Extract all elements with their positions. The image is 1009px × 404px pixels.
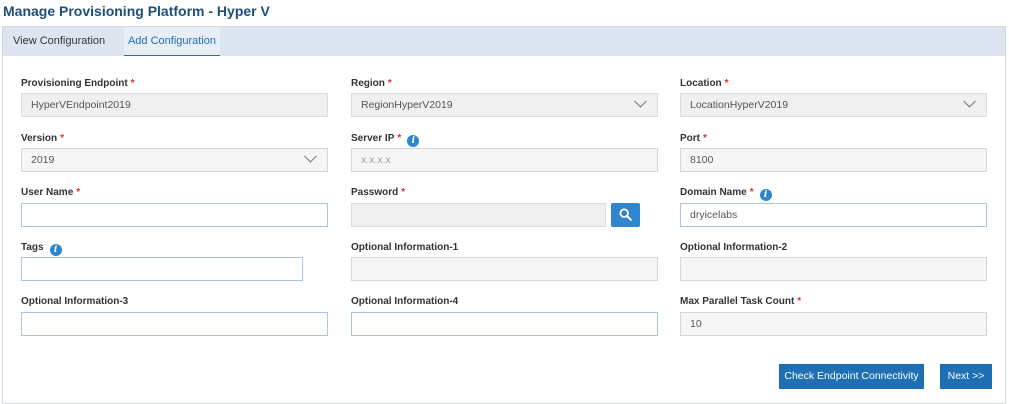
max-parallel-task-count-input[interactable]: 10 — [680, 312, 987, 336]
tags-input[interactable] — [21, 257, 303, 281]
password-search-button[interactable] — [611, 203, 640, 227]
opt1-label: Optional Information-1 — [351, 242, 459, 253]
provisioning-endpoint-field[interactable]: HyperVEndpoint2019 — [21, 93, 328, 117]
required-mark: * — [703, 133, 707, 144]
location-label: Location * — [680, 78, 729, 89]
server-ip-placeholder: x.x.x.x — [361, 154, 391, 166]
chevron-down-icon — [634, 94, 647, 108]
next-button[interactable]: Next >> — [940, 364, 992, 389]
optional-information-4-input[interactable] — [351, 312, 658, 336]
optional-information-3-input[interactable] — [21, 312, 328, 336]
location-select[interactable]: LocationHyperV2019 — [680, 93, 987, 117]
password-label: Password * — [351, 187, 406, 198]
region-select[interactable]: RegionHyperV2019 — [351, 93, 658, 117]
required-mark: * — [60, 133, 65, 144]
page-title: Manage Provisioning Platform - Hyper V — [3, 3, 270, 19]
chevron-down-icon — [963, 94, 976, 108]
location-value: LocationHyperV2019 — [690, 99, 789, 111]
required-mark: * — [797, 296, 802, 307]
required-mark: * — [130, 78, 135, 89]
region-label: Region * — [351, 78, 392, 89]
tab-add-configuration[interactable]: Add Configuration — [124, 27, 220, 57]
info-icon[interactable]: i — [759, 189, 772, 201]
required-mark: * — [397, 133, 402, 144]
domain-name-input[interactable]: dryicelabs — [680, 203, 987, 227]
required-mark: * — [76, 187, 81, 198]
server-ip-label: Server IP * i — [351, 133, 420, 147]
endpoint-label: Provisioning Endpoint * — [21, 78, 135, 89]
tags-label: Tags i — [21, 242, 62, 256]
port-input[interactable]: 8100 — [680, 148, 987, 172]
max-parallel-label: Max Parallel Task Count * — [680, 296, 802, 307]
version-select[interactable]: 2019 — [21, 148, 328, 172]
server-ip-input[interactable]: x.x.x.x — [351, 148, 658, 172]
info-icon[interactable]: i — [407, 135, 420, 147]
required-mark: * — [749, 187, 754, 198]
chevron-down-icon — [304, 149, 317, 163]
version-value: 2019 — [31, 154, 55, 166]
tab-bar: View Configuration Add Configuration — [2, 26, 1006, 57]
search-icon — [619, 208, 632, 221]
check-endpoint-connectivity-button[interactable]: Check Endpoint Connectivity — [779, 364, 924, 389]
required-mark: * — [387, 78, 392, 89]
required-mark: * — [724, 78, 729, 89]
opt4-label: Optional Information-4 — [351, 296, 459, 307]
port-label: Port * — [680, 133, 707, 144]
optional-information-1-input[interactable] — [351, 257, 658, 281]
tab-view-configuration[interactable]: View Configuration — [13, 27, 105, 57]
user-name-label: User Name * — [21, 187, 81, 198]
required-mark: * — [401, 187, 406, 198]
info-icon[interactable]: i — [49, 244, 62, 256]
opt3-label: Optional Information-3 — [21, 296, 129, 307]
optional-information-2-input[interactable] — [680, 257, 987, 281]
region-value: RegionHyperV2019 — [361, 99, 453, 111]
user-name-input[interactable] — [21, 203, 328, 227]
password-input[interactable] — [351, 203, 606, 227]
domain-name-label: Domain Name * i — [680, 187, 772, 201]
version-label: Version * — [21, 133, 65, 144]
opt2-label: Optional Information-2 — [680, 242, 788, 253]
